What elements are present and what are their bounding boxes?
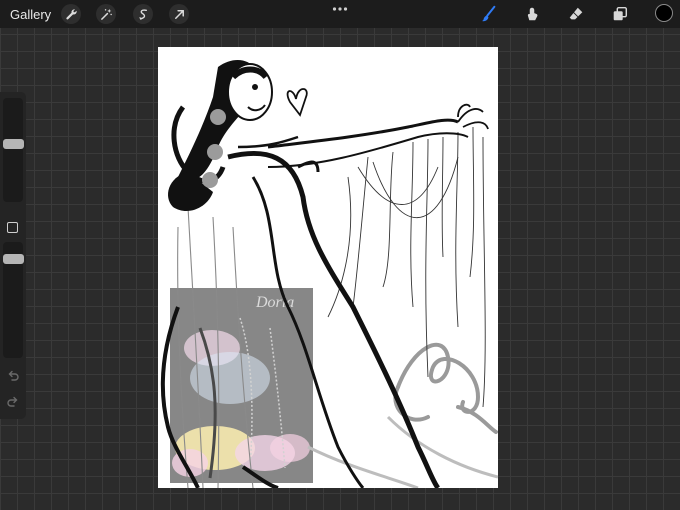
- sketch-layer: [160, 59, 498, 488]
- brush-opacity-slider-thumb[interactable]: [3, 254, 24, 264]
- selection-icon[interactable]: [133, 4, 153, 24]
- undo-icon[interactable]: [6, 369, 20, 383]
- drawing-canvas[interactable]: Doria: [158, 47, 498, 488]
- redo-icon[interactable]: [6, 395, 20, 409]
- magic-wand-icon[interactable]: [96, 4, 116, 24]
- color-picker-button[interactable]: [655, 4, 673, 22]
- wrench-icon[interactable]: [61, 4, 81, 24]
- brush-size-slider[interactable]: [3, 98, 23, 202]
- transform-arrow-icon[interactable]: [169, 4, 189, 24]
- brush-icon[interactable]: [478, 4, 500, 24]
- eyedropper-modify-button[interactable]: [7, 222, 18, 233]
- more-dots-icon[interactable]: [332, 6, 348, 12]
- smudge-icon[interactable]: [521, 4, 543, 24]
- layers-icon[interactable]: [609, 4, 631, 24]
- left-sidebar: [0, 92, 26, 419]
- eraser-icon[interactable]: [565, 4, 587, 24]
- gallery-button[interactable]: Gallery: [10, 7, 51, 22]
- top-toolbar: Gallery: [0, 0, 680, 28]
- brush-size-slider-thumb[interactable]: [3, 139, 24, 149]
